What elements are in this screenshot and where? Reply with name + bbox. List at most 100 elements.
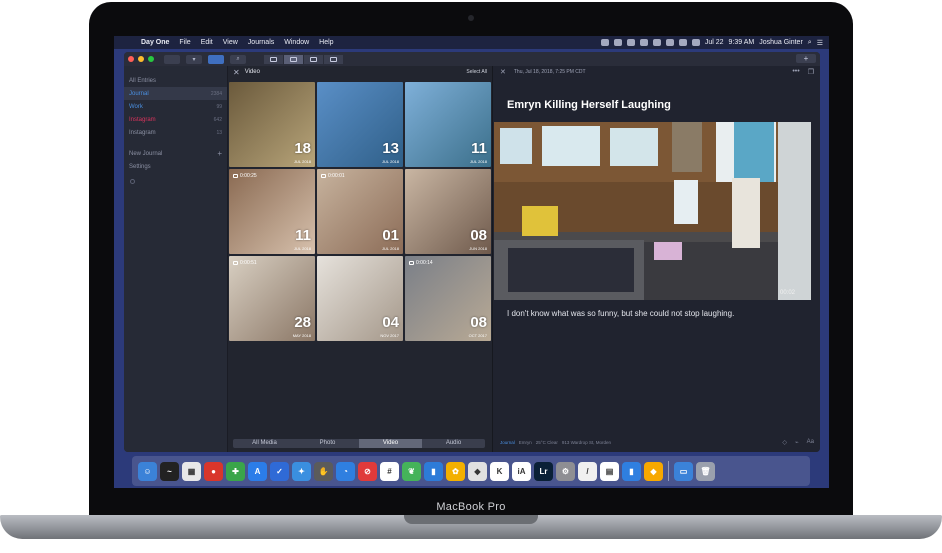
entry-body[interactable]: I don't know what was so funny, but she … bbox=[507, 309, 734, 318]
settings-button[interactable]: Settings bbox=[124, 160, 227, 173]
sidebar-item-journal[interactable]: Journal 2384 bbox=[124, 87, 227, 100]
footer-journal[interactable]: Journal bbox=[500, 440, 515, 445]
control-center-icon[interactable]: ☰ bbox=[817, 39, 823, 47]
menubar-time[interactable]: 9:39 AM bbox=[729, 39, 755, 46]
sidebar-item-label: Instagram bbox=[129, 129, 156, 136]
map-view-button[interactable] bbox=[304, 54, 324, 64]
tile-month: JUL 2018 bbox=[382, 246, 399, 251]
media-tile[interactable]: 0:00:14 08 OCT 2017 bbox=[405, 256, 491, 341]
tasks-icon[interactable]: ✓ bbox=[270, 461, 289, 481]
sidebar-item-instagram[interactable]: Instagram 642 bbox=[124, 113, 227, 126]
hand-icon[interactable]: ✋ bbox=[314, 461, 333, 481]
media-tile[interactable]: 0:00:01 01 JUL 2018 bbox=[317, 169, 403, 254]
spotlight-icon[interactable]: ⌕ bbox=[808, 39, 812, 47]
calendar-toggle-button[interactable] bbox=[208, 54, 224, 64]
status-icon[interactable] bbox=[652, 39, 661, 46]
attachment-icon[interactable]: ⌁ bbox=[795, 439, 799, 446]
ia-icon[interactable]: iA bbox=[512, 461, 531, 481]
entry-video[interactable]: 00:02 bbox=[494, 122, 811, 300]
notes-icon[interactable]: / bbox=[578, 461, 597, 481]
appstore-icon[interactable]: A bbox=[248, 461, 267, 481]
tab-icon[interactable]: ▮ bbox=[622, 461, 641, 481]
media-tile[interactable]: 08 JUN 2018 bbox=[405, 169, 491, 254]
sketch-icon[interactable]: ◆ bbox=[644, 461, 663, 481]
finder-icon[interactable]: ☺ bbox=[138, 461, 157, 481]
menubar-date[interactable]: Jul 22 bbox=[705, 39, 724, 46]
sidebar-item-all-entries[interactable]: All Entries bbox=[124, 74, 227, 87]
tile-day: 01 bbox=[382, 227, 399, 244]
new-journal-button[interactable]: New Journal + bbox=[124, 147, 227, 160]
media-title: Video bbox=[244, 69, 260, 75]
calendar-view-button[interactable] bbox=[324, 54, 344, 64]
sidebar-toggle-button[interactable] bbox=[164, 54, 180, 64]
safari-icon[interactable]: ✦ bbox=[292, 461, 311, 481]
evernote-icon[interactable]: ❦ bbox=[402, 461, 421, 481]
activity-icon[interactable]: ~ bbox=[160, 461, 179, 481]
zoom-window-button[interactable] bbox=[148, 56, 154, 62]
copy-icon[interactable]: ❐ bbox=[808, 68, 814, 76]
tile-month: JUL 2018 bbox=[470, 159, 487, 164]
menu-window[interactable]: Window bbox=[279, 39, 314, 46]
sidebar-item-work[interactable]: Work 99 bbox=[124, 100, 227, 113]
menubar-user[interactable]: Joshua Ginter bbox=[759, 39, 803, 46]
rooster-icon[interactable]: ◆ bbox=[468, 461, 487, 481]
robot-icon[interactable]: ▦ bbox=[182, 461, 201, 481]
maps-icon[interactable]: ✚ bbox=[226, 461, 245, 481]
menu-journals[interactable]: Journals bbox=[243, 39, 279, 46]
status-icon[interactable] bbox=[613, 39, 622, 46]
font-icon[interactable]: Aa bbox=[807, 439, 814, 446]
menu-help[interactable]: Help bbox=[314, 39, 338, 46]
tag-icon[interactable]: ◇ bbox=[782, 439, 787, 446]
tab-all-media[interactable]: All Media bbox=[233, 439, 296, 448]
entry-title: Emryn Killing Herself Laughing bbox=[507, 99, 671, 111]
sync-icon[interactable] bbox=[130, 179, 135, 184]
bookmarks-icon[interactable]: ▮ bbox=[424, 461, 443, 481]
status-icon[interactable] bbox=[626, 39, 635, 46]
status-icon[interactable] bbox=[639, 39, 648, 46]
kiwi-icon[interactable]: K bbox=[490, 461, 509, 481]
wifi-icon[interactable] bbox=[678, 39, 687, 46]
status-icon[interactable] bbox=[600, 39, 609, 46]
menu-view[interactable]: View bbox=[218, 39, 243, 46]
close-icon[interactable]: ✕ bbox=[500, 68, 506, 76]
sidebar-item-instagram-2[interactable]: Instagram 13 bbox=[124, 126, 227, 139]
video-icon bbox=[409, 261, 414, 265]
pages-icon[interactable]: ▤ bbox=[600, 461, 619, 481]
close-icon[interactable]: ✕ bbox=[233, 68, 240, 77]
media-tile[interactable]: 11 JUL 2018 bbox=[405, 82, 491, 167]
new-entry-button[interactable]: + bbox=[796, 54, 816, 63]
lightroom-icon[interactable]: Lr bbox=[534, 461, 553, 481]
more-icon[interactable]: ••• bbox=[792, 68, 799, 76]
media-tile[interactable]: 0:00:25 11 JUL 2018 bbox=[229, 169, 315, 254]
select-all-button[interactable]: Select All bbox=[466, 69, 487, 75]
filter-icon[interactable]: ▾ bbox=[186, 54, 202, 64]
downloads-icon[interactable]: ▭ bbox=[674, 461, 693, 481]
video-duration: 0:00:51 bbox=[233, 260, 257, 266]
media-tile[interactable]: 18 JUL 2018 bbox=[229, 82, 315, 167]
tab-video[interactable]: Video bbox=[359, 439, 422, 448]
slack-icon[interactable]: # bbox=[380, 461, 399, 481]
tweetbot-icon[interactable]: ◔ bbox=[336, 461, 355, 481]
settings-icon[interactable]: ⚙ bbox=[556, 461, 575, 481]
media-tile[interactable]: 13 JUL 2018 bbox=[317, 82, 403, 167]
media-tile[interactable]: 04 NOV 2017 bbox=[317, 256, 403, 341]
search-icon[interactable]: ⌕ bbox=[230, 54, 246, 64]
minimize-window-button[interactable] bbox=[138, 56, 144, 62]
status-icon[interactable] bbox=[665, 39, 674, 46]
butterfly-icon[interactable]: ✿ bbox=[446, 461, 465, 481]
tab-photo[interactable]: Photo bbox=[296, 439, 359, 448]
battery-icon[interactable] bbox=[691, 39, 700, 46]
block-icon[interactable]: ⊘ bbox=[358, 461, 377, 481]
close-window-button[interactable] bbox=[128, 56, 134, 62]
entry-actions: ••• ❐ bbox=[792, 68, 814, 76]
trash-icon[interactable]: 🗑 bbox=[696, 461, 715, 481]
settings-label: Settings bbox=[129, 163, 151, 170]
media-tile[interactable]: 0:00:51 28 MAY 2018 bbox=[229, 256, 315, 341]
media-view-button[interactable] bbox=[284, 54, 304, 64]
menu-edit[interactable]: Edit bbox=[196, 39, 218, 46]
menu-app-name[interactable]: Day One bbox=[136, 39, 174, 46]
record-icon[interactable]: ● bbox=[204, 461, 223, 481]
menu-file[interactable]: File bbox=[174, 39, 195, 46]
tab-audio[interactable]: Audio bbox=[422, 439, 485, 448]
list-view-button[interactable] bbox=[264, 54, 284, 64]
